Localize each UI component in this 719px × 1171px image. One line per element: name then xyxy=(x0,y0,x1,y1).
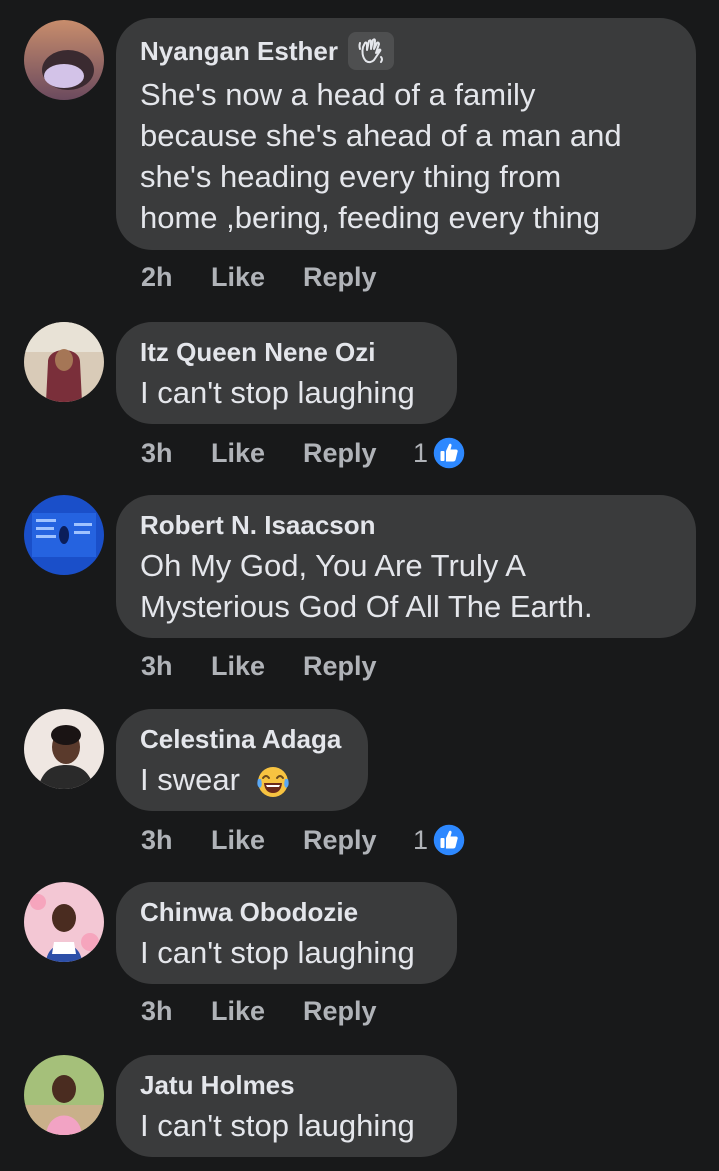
comment-text: I can't stop laughing xyxy=(140,935,415,970)
comment-timestamp[interactable]: 2h xyxy=(141,262,211,293)
comment-author[interactable]: Itz Queen Nene Ozi xyxy=(140,336,433,368)
like-button[interactable]: Like xyxy=(211,651,303,682)
thumbs-up-icon xyxy=(432,823,466,857)
reply-button[interactable]: Reply xyxy=(303,262,413,293)
comment-timestamp[interactable]: 3h xyxy=(141,651,211,682)
comment-bubble: Jatu Holmes I can't stop laughing xyxy=(116,1055,457,1157)
reply-button[interactable]: Reply xyxy=(303,438,413,469)
comment-author[interactable]: Robert N. Isaacson xyxy=(140,509,672,541)
reply-button[interactable]: Reply xyxy=(303,651,413,682)
comment-text: I swear xyxy=(140,759,344,800)
reaction-summary[interactable]: 1 xyxy=(413,436,466,470)
comment-bubble: Robert N. Isaacson Oh My God, You Are Tr… xyxy=(116,495,696,638)
comment-actions: 3h Like Reply 1 xyxy=(141,823,466,857)
reply-button[interactable]: Reply xyxy=(303,996,413,1027)
avatar[interactable] xyxy=(24,1055,104,1135)
thumbs-up-icon xyxy=(432,436,466,470)
comment-author[interactable]: Celestina Adaga xyxy=(140,723,344,755)
comment-actions: 3h Like Reply 1 xyxy=(141,436,466,470)
comment-bubble: Chinwa Obodozie I can't stop laughing xyxy=(116,882,457,984)
comment-text: She's now a head of a family because she… xyxy=(140,77,622,235)
comment-text: Oh My God, You Are Truly A Mysterious Go… xyxy=(140,548,593,624)
comment-text: I can't stop laughing xyxy=(140,375,415,410)
reply-button[interactable]: Reply xyxy=(303,825,413,856)
comment-actions: 3h Like Reply xyxy=(141,651,413,682)
comment-timestamp[interactable]: 3h xyxy=(141,996,211,1027)
like-button[interactable]: Like xyxy=(211,438,303,469)
comment-timestamp[interactable]: 3h xyxy=(141,825,211,856)
comment-actions: 3h Like Reply xyxy=(141,996,413,1027)
reaction-summary[interactable]: 1 xyxy=(413,823,466,857)
avatar[interactable] xyxy=(24,709,104,789)
like-button[interactable]: Like xyxy=(211,996,303,1027)
comment-bubble: Itz Queen Nene Ozi I can't stop laughing xyxy=(116,322,457,424)
comment-bubble: Nyangan Esther She's now a head of a fam… xyxy=(116,18,696,250)
comment-timestamp[interactable]: 3h xyxy=(141,438,211,469)
avatar[interactable] xyxy=(24,20,104,100)
waving-hand-icon xyxy=(347,32,394,70)
comment-author[interactable]: Chinwa Obodozie xyxy=(140,896,433,928)
avatar[interactable] xyxy=(24,882,104,962)
comment-actions: 2h Like Reply xyxy=(141,262,413,293)
like-button[interactable]: Like xyxy=(211,825,303,856)
comment-author[interactable]: Jatu Holmes xyxy=(140,1069,433,1101)
avatar[interactable] xyxy=(24,495,104,575)
tears-of-joy-emoji-icon xyxy=(256,766,289,797)
comment-text: I can't stop laughing xyxy=(140,1108,415,1143)
comment-bubble: Celestina Adaga I swear xyxy=(116,709,368,811)
avatar[interactable] xyxy=(24,322,104,402)
comment-author[interactable]: Nyangan Esther xyxy=(140,32,672,70)
reaction-count: 1 xyxy=(413,437,429,468)
like-button[interactable]: Like xyxy=(211,262,303,293)
reaction-count: 1 xyxy=(413,824,429,855)
